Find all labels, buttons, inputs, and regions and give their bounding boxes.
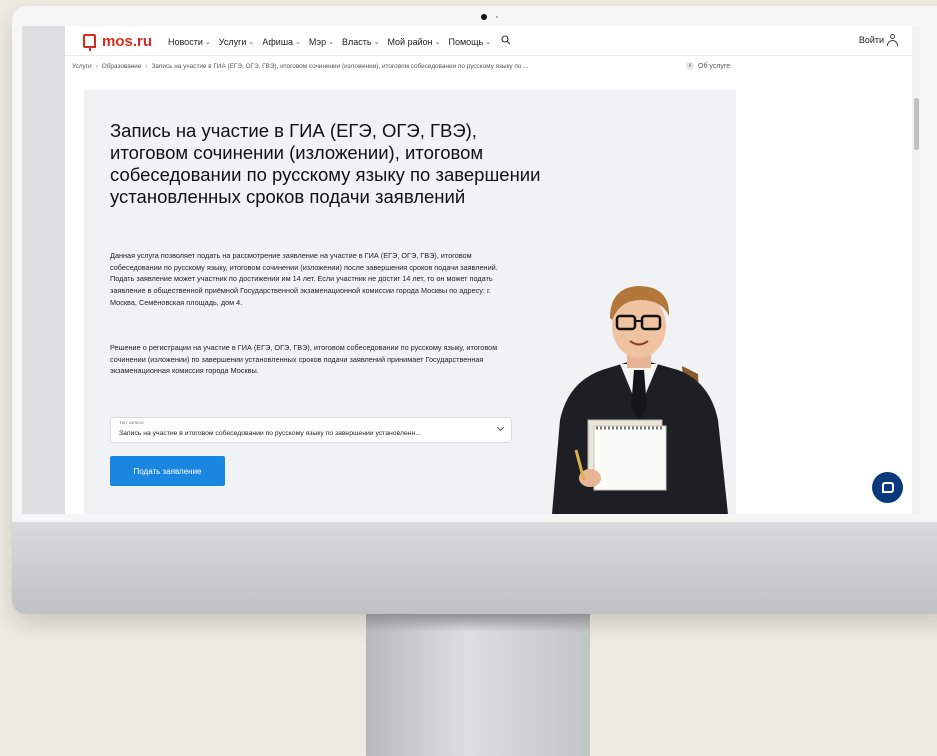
chevron-down-icon: ⌄ xyxy=(328,38,334,46)
breadcrumb: Услуги › Образование › Запись на участие… xyxy=(72,63,632,70)
chevron-down-icon: ⌄ xyxy=(248,38,255,46)
student-illustration xyxy=(552,286,728,514)
info-icon: i xyxy=(686,62,694,70)
login-link[interactable]: Войти xyxy=(859,35,884,45)
nav-item-label: Власть xyxy=(342,36,372,47)
nav-item-label: Услуги xyxy=(218,36,247,47)
page-title: Запись на участие в ГИА (ЕГЭ, ОГЭ, ГВЭ),… xyxy=(110,120,541,207)
breadcrumb-separator: › xyxy=(95,63,98,70)
chevron-down-icon: ⌄ xyxy=(204,38,211,46)
chevron-down-icon: ⌄ xyxy=(373,38,380,46)
nav-item-help[interactable]: Помощь ⌄ xyxy=(448,35,491,48)
nav-item-label: Мой район xyxy=(387,36,433,47)
breadcrumb-education[interactable]: Образование xyxy=(102,63,142,70)
chevron-down-icon: ⌄ xyxy=(295,38,301,46)
nav-item-government[interactable]: Власть ⌄ xyxy=(342,35,379,48)
user-icon[interactable] xyxy=(887,34,898,46)
chat-icon xyxy=(881,482,894,493)
chat-button[interactable] xyxy=(872,472,903,503)
site-logo[interactable]: mos.ru xyxy=(83,32,153,51)
user-icon-shoulders xyxy=(887,40,898,46)
search-icon[interactable] xyxy=(501,35,511,48)
about-service-link[interactable]: i Об услуге xyxy=(686,62,730,70)
scrollbar-thumb[interactable] xyxy=(914,98,919,150)
main-nav: Новости ⌄ Услуги ⌄ Афиша ⌄ Мэр ⌄ Власть ⌄ Мой… xyxy=(168,35,511,48)
camera-sensor xyxy=(496,16,498,18)
logo-icon xyxy=(83,34,96,51)
site-header: mos.ru Новости ⌄ Услуги ⌄ Афиша ⌄ Мэр ⌄ Влас… xyxy=(65,26,912,56)
record-type-select[interactable]: Тип записи Запись на участие в итоговом … xyxy=(110,417,512,443)
nav-item-my-district[interactable]: Мой район ⌄ xyxy=(387,35,440,48)
left-rail xyxy=(22,26,65,514)
nav-item-label: Мэр xyxy=(308,36,327,47)
breadcrumb-current: Запись на участие в ГИА (ЕГЭ, ОГЭ, ГВЭ),… xyxy=(151,63,529,70)
breadcrumb-services[interactable]: Услуги xyxy=(72,63,92,70)
user-icon-head xyxy=(890,34,895,39)
breadcrumb-separator: › xyxy=(145,63,148,70)
service-card: Запись на участие в ГИА (ЕГЭ, ОГЭ, ГВЭ),… xyxy=(84,90,736,514)
screen: mos.ru Новости ⌄ Услуги ⌄ Афиша ⌄ Мэр ⌄ Влас… xyxy=(22,26,920,514)
scrollbar[interactable] xyxy=(912,26,920,514)
camera-icon xyxy=(481,14,487,20)
record-type-label: Тип записи xyxy=(119,421,144,426)
service-description: Данная услуга позволяет подать на рассмо… xyxy=(110,251,498,307)
nav-item-mayor[interactable]: Мэр ⌄ xyxy=(309,35,334,48)
registration-note: Решение о регистрации на участие в ГИА (… xyxy=(110,343,498,376)
record-type-value: Запись на участие в итоговом собеседован… xyxy=(119,430,421,437)
stand-shadow xyxy=(366,614,590,632)
logo-text: mos.ru xyxy=(102,32,153,50)
nav-item-label: Афиша xyxy=(262,36,294,47)
submit-application-button[interactable]: Подать заявление xyxy=(110,456,225,486)
chevron-down-icon xyxy=(496,423,505,432)
monitor-chin xyxy=(12,522,937,614)
nav-item-label: Новости xyxy=(168,36,203,47)
nav-item-events[interactable]: Афиша ⌄ xyxy=(262,35,301,48)
chevron-down-icon: ⌄ xyxy=(485,38,492,46)
nav-item-label: Помощь xyxy=(448,36,484,47)
nav-item-services[interactable]: Услуги ⌄ xyxy=(219,35,255,48)
monitor-stand xyxy=(366,614,590,756)
chevron-down-icon: ⌄ xyxy=(434,38,441,46)
about-service-label: Об услуге xyxy=(698,62,731,70)
notebook-front xyxy=(593,425,667,491)
nav-item-news[interactable]: Новости ⌄ xyxy=(168,35,211,48)
